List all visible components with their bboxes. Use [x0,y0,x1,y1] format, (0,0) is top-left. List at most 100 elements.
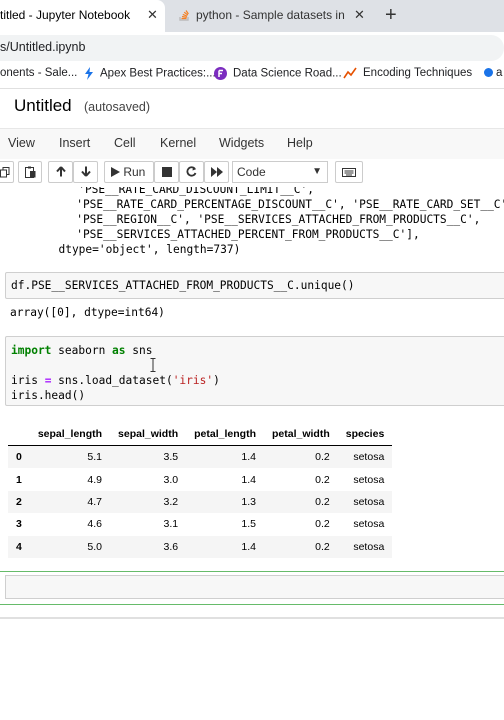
paste-icon [24,166,35,178]
code-text: ) [213,374,220,387]
browser-tab-bar: titled - Jupyter Notebook ✕ python - Sam… [0,0,504,32]
table-row: 0 5.1 3.5 1.4 0.2 setosa [8,445,393,469]
table-cell: 1.4 [241,540,256,553]
code-line: iris = sns.load_dataset('iris') [11,373,220,388]
bookmark-encoding[interactable]: Encoding Techniques [343,67,472,79]
dataframe-table: sepal_length sepal_width petal_length pe… [8,423,393,558]
bookmark-data-science[interactable]: Data Science Road... [214,67,342,80]
text-cursor-icon [150,358,156,375]
arrow-up-icon [55,166,66,177]
table-cell: 4.7 [87,495,103,508]
bookmark-label: Apex Best Practices:... [100,67,216,80]
interrupt-button[interactable] [154,161,179,183]
code-text: iris [11,374,45,387]
fast-forward-icon [210,167,223,177]
table-cell: 5.1 [87,451,103,464]
table-cell: 1.4 [241,473,256,486]
table-cell: 3.5 [163,451,179,464]
keyword: import [11,344,52,357]
arrow-down-icon [80,166,91,177]
run-button[interactable]: Run [104,161,154,183]
bookmark-apex[interactable]: Apex Best Practices:... [84,67,216,80]
notebook-title[interactable]: Untitled [14,96,72,116]
menu-kernel[interactable]: Kernel [160,136,196,150]
restart-button[interactable] [179,161,204,183]
table-row: 4 5.0 3.6 1.4 0.2 setosa [8,535,393,558]
code-cell-input[interactable] [5,575,504,599]
menu-cell[interactable]: Cell [114,136,136,150]
menu-view[interactable]: View [8,136,35,150]
table-cell: 1.4 [241,451,256,464]
table-cell: setosa [353,540,385,553]
bookmark-label: a [496,67,503,79]
close-icon[interactable]: ✕ [354,0,365,30]
run-label: Run [123,165,146,179]
table-cell: setosa [353,473,385,486]
keyboard-icon [342,168,356,177]
url-field[interactable]: s/Untitled.ipynb [0,35,504,61]
move-up-button[interactable] [48,161,73,183]
notebook-toolbar: Run Code ▼ [0,159,504,187]
restart-run-all-button[interactable] [204,161,229,183]
play-icon [111,167,120,177]
table-cell: 4.6 [87,518,103,531]
column-header: sepal_width [110,423,187,446]
code-cell-input[interactable]: import seaborn as sns iris = sns.load_da… [5,336,504,406]
bookmark-components[interactable]: onents - Sale... [0,67,77,79]
code-text: sns [125,344,153,357]
keyword: as [112,344,126,357]
table-cell: 1.3 [241,495,256,508]
f-logo-icon [214,67,227,80]
table-cell: 3.0 [163,473,179,486]
table-cell: 0.2 [315,495,330,508]
output-line: 'PSE__REGION__C', 'PSE__SERVICES_ATTACHE… [56,213,481,226]
active-cell[interactable] [0,571,504,605]
cell-type-select[interactable]: Code ▼ [232,161,328,183]
copy-button[interactable] [0,161,14,183]
column-header: petal_length [186,423,264,446]
notebook-container: 'PSE__RATE_CARD_DISCOUNT_LIMIT__C', 'PSE… [0,187,504,617]
tab-jupyter-notebook[interactable]: titled - Jupyter Notebook ✕ [0,0,165,32]
menu-insert[interactable]: Insert [59,136,90,150]
bookmark-overflow[interactable]: a [484,67,502,79]
table-cell: 3.1 [163,518,179,531]
table-row: 2 4.7 3.2 1.3 0.2 setosa [8,490,393,514]
menu-widgets[interactable]: Widgets [219,136,264,150]
new-tab-button[interactable]: + [385,4,397,26]
column-header: sepal_length [29,423,111,446]
menu-help[interactable]: Help [287,136,313,150]
table-cell: 5.0 [87,540,103,553]
table-cell: setosa [353,495,385,508]
tab-title: python - Sample datasets in Pand [196,8,346,22]
table-cell: 0.2 [315,540,330,553]
autosave-status: (autosaved) [84,100,151,114]
code-line: import seaborn as sns [11,343,152,358]
bookmark-label: Data Science Road... [233,67,342,80]
table-cell: 0.2 [315,473,330,486]
bookmark-label: Encoding Techniques [363,67,473,80]
code-line: df.PSE__SERVICES_ATTACHED_FROM_PRODUCTS_… [11,279,355,292]
row-index: 2 [16,495,22,508]
dot-icon [484,68,493,78]
row-index: 0 [16,451,22,464]
table-cell: 3.6 [163,540,179,553]
bookmark-label: onents - Sale... [0,67,78,79]
notebook-bottom-edge [0,617,504,619]
column-header [8,423,30,446]
chevron-down-icon: ▼ [312,166,322,177]
row-index: 1 [16,473,22,486]
tab-stackoverflow[interactable]: python - Sample datasets in Pand ✕ [172,0,377,32]
table-cell: 1.5 [241,518,256,531]
paste-button[interactable] [18,161,42,183]
table-cell: 3.2 [163,495,179,508]
command-palette-button[interactable] [335,161,363,183]
close-icon[interactable]: ✕ [147,0,158,30]
output-line: 'PSE__SERVICES_ATTACHED_PERCENT_FROM_PRO… [56,228,420,241]
column-header: species [337,423,393,446]
move-down-button[interactable] [73,161,98,183]
code-cell-input[interactable]: df.PSE__SERVICES_ATTACHED_FROM_PRODUCTS_… [5,272,504,299]
copy-icon [0,167,10,178]
table-cell: setosa [353,451,385,464]
url-text: s/Untitled.ipynb [0,40,86,54]
table-row: 3 4.6 3.1 1.5 0.2 setosa [8,513,392,535]
